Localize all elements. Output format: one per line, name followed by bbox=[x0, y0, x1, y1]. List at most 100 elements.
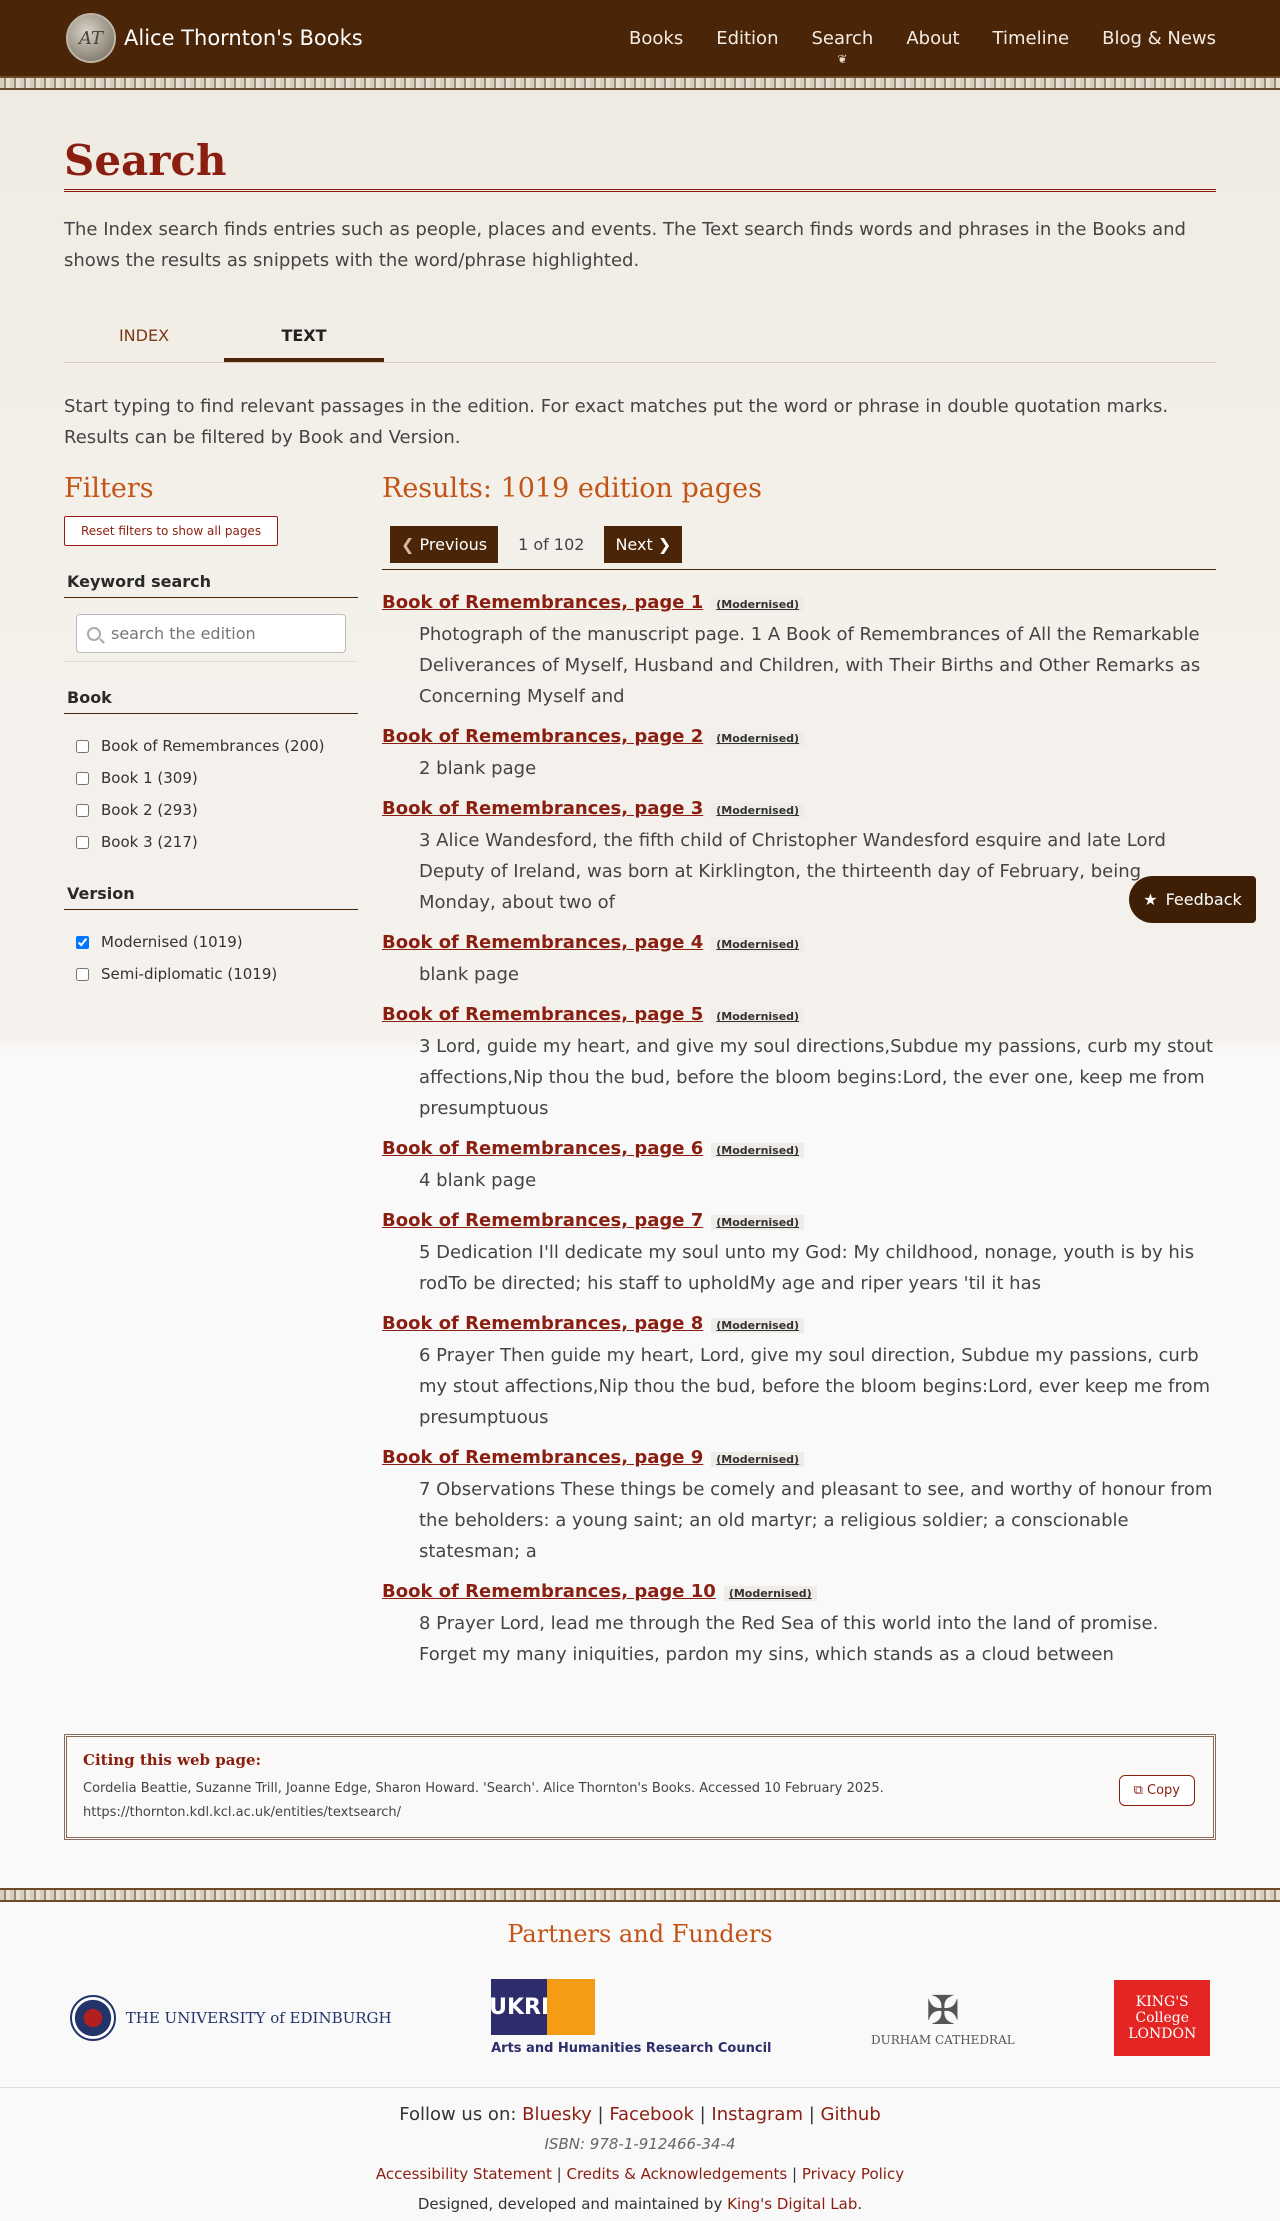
book-checkbox[interactable] bbox=[76, 739, 89, 753]
kings-logo[interactable]: KING'S College LONDON bbox=[1114, 1979, 1211, 2056]
book-checkbox[interactable] bbox=[76, 771, 89, 785]
book-filter-option[interactable]: Book 1 (309) bbox=[76, 762, 346, 794]
result-title-link[interactable]: Book of Remembrances, page 3 bbox=[382, 798, 703, 819]
nav-books[interactable]: Books bbox=[629, 28, 683, 49]
tab-index[interactable]: INDEX bbox=[64, 316, 224, 362]
nav-about[interactable]: About bbox=[906, 28, 959, 49]
version-badge[interactable]: (Modernised) bbox=[711, 1143, 805, 1158]
version-badge[interactable]: (Modernised) bbox=[711, 1215, 805, 1230]
result-title-link[interactable]: Book of Remembrances, page 9 bbox=[382, 1447, 703, 1468]
feedback-label: Feedback bbox=[1165, 890, 1242, 909]
credit-prefix: Designed, developed and maintained by bbox=[417, 2195, 723, 2213]
star-icon: ★ bbox=[1143, 890, 1158, 909]
version-badge[interactable]: (Modernised) bbox=[711, 803, 805, 818]
brand-title[interactable]: Alice Thornton's Books bbox=[124, 26, 363, 50]
facebook-link[interactable]: Facebook bbox=[609, 2104, 694, 2125]
result-item: Book of Remembrances, page 1 (Modernised)… bbox=[382, 592, 1216, 712]
previous-page-button[interactable]: ❮ Previous bbox=[390, 526, 499, 563]
tab-text[interactable]: TEXT bbox=[224, 316, 384, 362]
keyword-search-heading: Keyword search bbox=[64, 568, 358, 598]
book-filter-option[interactable]: Book 3 (217) bbox=[76, 826, 346, 858]
result-snippet: Photograph of the manuscript page. 1 A B… bbox=[419, 624, 1201, 707]
version-badge[interactable]: (Modernised) bbox=[711, 1009, 805, 1024]
edinburgh-logo[interactable]: THE UNIVERSITY of EDINBURGH bbox=[69, 1994, 392, 2041]
copy-label: Copy bbox=[1147, 1783, 1180, 1798]
citation-text: Cordelia Beattie, Suzanne Trill, Joanne … bbox=[83, 1781, 884, 1820]
credits-link[interactable]: Credits & Acknowledgements bbox=[567, 2165, 788, 2183]
version-option-label: Modernised (1019) bbox=[101, 933, 243, 951]
brand[interactable]: AT Alice Thornton's Books bbox=[66, 13, 363, 63]
result-snippet: 8 Prayer Lord, lead me through the Red S… bbox=[419, 1613, 1159, 1665]
filters-heading: Filters bbox=[64, 473, 154, 504]
book-filter-option[interactable]: Book of Remembrances (200) bbox=[76, 730, 346, 762]
version-badge[interactable]: (Modernised) bbox=[723, 1586, 817, 1601]
result-snippet: 4 blank page bbox=[419, 1170, 537, 1191]
result-title-link[interactable]: Book of Remembrances, page 7 bbox=[382, 1210, 703, 1231]
search-icon bbox=[87, 626, 101, 641]
version-badge[interactable]: (Modernised) bbox=[711, 1452, 805, 1467]
copy-citation-button[interactable]: ⧉ Copy bbox=[1118, 1775, 1195, 1806]
durham-logo[interactable]: ✠ DURHAM CATHEDRAL bbox=[871, 1988, 1015, 2047]
main-nav: Books Edition Search About Timeline Blog… bbox=[629, 28, 1216, 49]
nav-blog-news[interactable]: Blog & News bbox=[1102, 28, 1216, 49]
reset-filters-button[interactable]: Reset filters to show all pages bbox=[64, 516, 279, 546]
nav-timeline[interactable]: Timeline bbox=[993, 28, 1070, 49]
pagination: ❮ Previous 1 of 102 Next ❯ bbox=[382, 526, 1216, 570]
book-checkbox[interactable] bbox=[76, 835, 89, 849]
previous-label: Previous bbox=[419, 535, 488, 554]
version-badge[interactable]: (Modernised) bbox=[711, 597, 805, 612]
result-title-link[interactable]: Book of Remembrances, page 2 bbox=[382, 726, 703, 747]
result-title-link[interactable]: Book of Remembrances, page 8 bbox=[382, 1313, 703, 1334]
privacy-link[interactable]: Privacy Policy bbox=[802, 2165, 904, 2183]
result-title-link[interactable]: Book of Remembrances, page 4 bbox=[382, 932, 703, 953]
version-badge[interactable]: (Modernised) bbox=[711, 1318, 805, 1333]
isbn: ISBN: 978-1-912466-34-4 bbox=[544, 2135, 736, 2153]
accessibility-link[interactable]: Accessibility Statement bbox=[376, 2165, 552, 2183]
kdl-link[interactable]: King's Digital Lab bbox=[727, 2195, 857, 2213]
version-filter-option[interactable]: Modernised (1019) bbox=[76, 926, 346, 958]
bluesky-link[interactable]: Bluesky bbox=[522, 2104, 592, 2125]
result-snippet: 5 Dedication I'll dedicate my soul unto … bbox=[419, 1242, 1195, 1294]
search-layout: Filters Reset filters to show all pages … bbox=[64, 473, 1216, 1670]
book-filter-option[interactable]: Book 2 (293) bbox=[76, 794, 346, 826]
result-snippet: 6 Prayer Then guide my heart, Lord, give… bbox=[419, 1345, 1211, 1428]
book-checkbox[interactable] bbox=[76, 803, 89, 817]
instagram-link[interactable]: Instagram bbox=[711, 2104, 803, 2125]
search-input[interactable] bbox=[111, 624, 311, 643]
result-title-link[interactable]: Book of Remembrances, page 1 bbox=[382, 592, 703, 613]
chevron-left-icon: ❮ bbox=[401, 535, 415, 554]
github-link[interactable]: Github bbox=[821, 2104, 881, 2125]
filters-panel: Filters Reset filters to show all pages … bbox=[64, 473, 358, 1670]
next-page-button[interactable]: Next ❯ bbox=[604, 526, 683, 563]
result-title-link[interactable]: Book of Remembrances, page 5 bbox=[382, 1004, 703, 1025]
ukri-mark-text: UKRI bbox=[489, 1979, 549, 2035]
citation-heading: Citing this web page: bbox=[83, 1751, 262, 1769]
version-badge[interactable]: (Modernised) bbox=[711, 937, 805, 952]
nav-search[interactable]: Search bbox=[811, 28, 873, 49]
book-option-label: Book 1 (309) bbox=[101, 769, 198, 787]
version-checkbox[interactable] bbox=[76, 935, 89, 949]
footer-decorative-border bbox=[0, 1888, 1280, 1902]
version-filter-list: Modernised (1019) Semi-diplomatic (1019) bbox=[64, 910, 358, 990]
next-label: Next bbox=[615, 535, 653, 554]
site-footer: Partners and Funders THE UNIVERSITY of E… bbox=[0, 1902, 1280, 2221]
version-filter-heading: Version bbox=[64, 880, 358, 910]
result-snippet: 7 Observations These things be comely an… bbox=[419, 1479, 1213, 1562]
site-logo[interactable]: AT bbox=[66, 13, 116, 63]
result-snippet: 3 Lord, guide my heart, and give my soul… bbox=[419, 1036, 1214, 1119]
nav-edition[interactable]: Edition bbox=[716, 28, 778, 49]
ukri-logo[interactable]: UKRI Arts and Humanities Research Counci… bbox=[489, 1979, 772, 2056]
result-item: Book of Remembrances, page 10 (Modernised… bbox=[382, 1581, 1216, 1670]
result-title-link[interactable]: Book of Remembrances, page 6 bbox=[382, 1138, 703, 1159]
version-badge[interactable]: (Modernised) bbox=[711, 731, 805, 746]
book-filter-heading: Book bbox=[64, 684, 358, 714]
version-filter-option[interactable]: Semi-diplomatic (1019) bbox=[76, 958, 346, 990]
version-checkbox[interactable] bbox=[76, 967, 89, 981]
ukri-name: Arts and Humanities Research Council bbox=[491, 2041, 772, 2056]
result-title-link[interactable]: Book of Remembrances, page 10 bbox=[382, 1581, 716, 1602]
feedback-button[interactable]: ★ Feedback bbox=[1129, 876, 1256, 923]
cross-icon: ✠ bbox=[926, 1988, 960, 2034]
search-tabs: INDEX TEXT bbox=[64, 316, 1216, 363]
book-option-label: Book of Remembrances (200) bbox=[101, 737, 325, 755]
result-item: Book of Remembrances, page 6 (Modernised)… bbox=[382, 1138, 1216, 1196]
